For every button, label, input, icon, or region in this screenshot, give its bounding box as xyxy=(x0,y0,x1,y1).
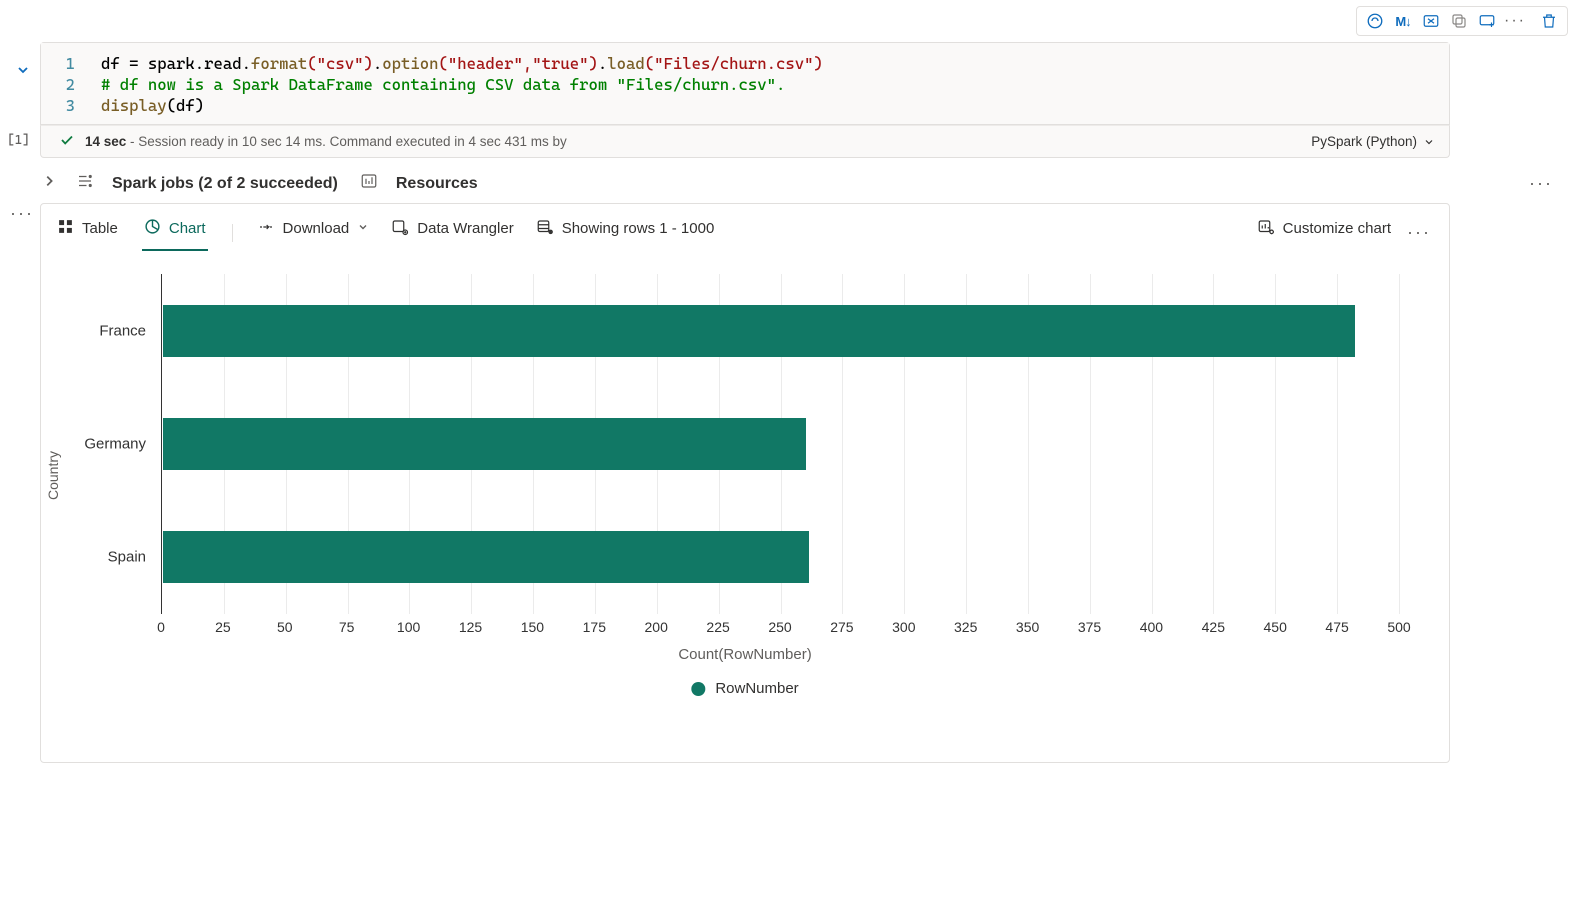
chevron-down-icon xyxy=(357,221,369,236)
x-tick: 125 xyxy=(459,619,482,635)
x-tick: 0 xyxy=(157,619,165,635)
x-tick: 275 xyxy=(830,619,853,635)
accelerate-icon[interactable] xyxy=(1362,10,1388,32)
more-actions-icon[interactable]: ··· xyxy=(1502,10,1528,32)
x-tick: 250 xyxy=(768,619,791,635)
plot-region: FranceGermanySpain xyxy=(161,274,1399,614)
spark-jobs-icon xyxy=(76,172,94,195)
x-tick: 475 xyxy=(1325,619,1348,635)
x-tick: 50 xyxy=(277,619,293,635)
rows-icon xyxy=(536,218,554,240)
data-wrangler-icon xyxy=(391,218,409,240)
info-row-more-icon[interactable]: ··· xyxy=(1529,173,1553,194)
x-tick: 225 xyxy=(706,619,729,635)
chart-legend: RowNumber xyxy=(691,680,798,697)
customize-icon xyxy=(1257,218,1275,240)
cell-status-bar: 14 sec - Session ready in 10 sec 14 ms. … xyxy=(40,125,1450,158)
x-axis-title: Count(RowNumber) xyxy=(678,646,811,663)
x-tick: 25 xyxy=(215,619,231,635)
source-code[interactable]: df = spark.read.format("csv").option("he… xyxy=(101,53,1435,116)
delete-cell-icon[interactable] xyxy=(1536,10,1562,32)
x-tick: 425 xyxy=(1202,619,1225,635)
code-editor[interactable]: 1 2 3 df = spark.read.format("csv").opti… xyxy=(41,43,1449,124)
x-tick: 500 xyxy=(1387,619,1410,635)
x-tick: 175 xyxy=(583,619,606,635)
category-label: France xyxy=(99,322,146,339)
x-axis-ticks: 0255075100125150175200225250275300325350… xyxy=(161,619,1399,639)
kernel-selector[interactable]: PySpark (Python) xyxy=(1311,134,1435,149)
code-cell[interactable]: 1 2 3 df = spark.read.format("csv").opti… xyxy=(40,42,1450,125)
cell-index: [1] xyxy=(7,133,30,148)
output-more-icon[interactable]: ··· xyxy=(1407,222,1431,243)
y-axis-title: Country xyxy=(45,451,61,500)
x-tick: 375 xyxy=(1078,619,1101,635)
collapse-cell-icon[interactable] xyxy=(15,62,31,81)
tab-chart[interactable]: Chart xyxy=(142,214,208,251)
table-icon xyxy=(57,218,74,239)
x-tick: 75 xyxy=(339,619,355,635)
output-left-more-icon[interactable]: ··· xyxy=(10,203,34,224)
bar-germany[interactable] xyxy=(163,418,806,470)
x-tick: 350 xyxy=(1016,619,1039,635)
expand-jobs-icon[interactable] xyxy=(42,174,56,193)
data-wrangler-button[interactable]: Data Wrangler xyxy=(391,218,513,248)
output-panel: Table Chart Download xyxy=(40,203,1450,763)
customize-chart-button[interactable]: Customize chart xyxy=(1257,218,1391,248)
x-tick: 150 xyxy=(521,619,544,635)
bar-spain[interactable] xyxy=(163,531,809,583)
x-tick: 300 xyxy=(892,619,915,635)
cell-action-toolbar: M↓ ··· xyxy=(1356,6,1568,36)
copy-cell-icon[interactable] xyxy=(1446,10,1472,32)
x-tick: 400 xyxy=(1140,619,1163,635)
clear-output-icon[interactable] xyxy=(1418,10,1444,32)
category-label: Spain xyxy=(108,549,146,566)
download-menu[interactable]: Download xyxy=(257,219,370,247)
x-tick: 100 xyxy=(397,619,420,635)
x-tick: 200 xyxy=(645,619,668,635)
line-numbers: 1 2 3 xyxy=(59,53,101,116)
download-icon xyxy=(257,219,275,239)
tab-table[interactable]: Table xyxy=(55,214,120,251)
x-tick: 325 xyxy=(954,619,977,635)
spark-jobs-summary[interactable]: Spark jobs (2 of 2 succeeded) xyxy=(112,175,338,193)
chart-area: Country FranceGermanySpain 0255075100125… xyxy=(61,274,1429,744)
resources-icon xyxy=(360,172,378,195)
bar-france[interactable] xyxy=(163,305,1355,357)
chart-icon xyxy=(144,218,161,239)
add-cell-below-icon[interactable] xyxy=(1474,10,1500,32)
chevron-down-icon xyxy=(1423,136,1435,148)
legend-label: RowNumber xyxy=(715,680,798,697)
showing-rows-label: Showing rows 1 - 1000 xyxy=(536,218,715,248)
convert-to-markdown-button[interactable]: M↓ xyxy=(1390,10,1416,32)
category-label: Germany xyxy=(84,436,146,453)
x-tick: 450 xyxy=(1264,619,1287,635)
success-check-icon xyxy=(59,132,75,151)
status-text: 14 sec - Session ready in 10 sec 14 ms. … xyxy=(85,134,567,149)
output-toolbar: Table Chart Download xyxy=(41,204,1449,252)
legend-swatch xyxy=(691,682,705,696)
resources-link[interactable]: Resources xyxy=(396,175,478,193)
